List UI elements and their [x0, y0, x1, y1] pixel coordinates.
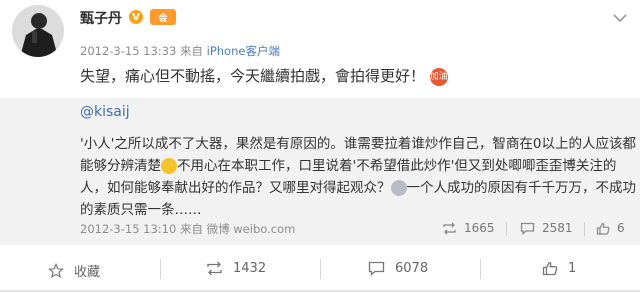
repost-text-segment: 能够分辨清楚 [80, 158, 161, 174]
repost-text-line-3: 人，如何能够奉献出好的作品？又哪里对得起观众？ 一个人成功的原因有千千万万，不成功 [80, 176, 636, 196]
repost-comment-count[interactable]: 2581 [520, 221, 573, 235]
like-button[interactable]: 1 [542, 261, 576, 276]
repost-source[interactable]: 微博 weibo.com [207, 222, 296, 236]
repost-like-count[interactable]: 6 [596, 221, 625, 235]
smile-emoji-icon [161, 158, 177, 174]
comment-button[interactable]: 6078 [368, 261, 428, 276]
post-source[interactable]: iPhone客户端 [207, 44, 280, 58]
repost-text-segment: 一个人成功的原因有千千万万，不成功 [406, 180, 637, 196]
repost-repost-count[interactable]: 1665 [442, 221, 495, 235]
thumbs-up-icon [542, 261, 558, 276]
like-button-count: 1 [568, 261, 577, 276]
comment-icon [368, 261, 385, 276]
repost-meta: 2012-3-15 13:10 来自 微博 weibo.com [80, 221, 295, 237]
chevron-down-icon[interactable] [612, 9, 628, 28]
repost-icon [443, 222, 456, 234]
repost-button-count: 1432 [233, 261, 267, 276]
bored-emoji-icon [390, 180, 407, 196]
from-label: 来自 [179, 222, 203, 236]
username[interactable]: 甄子丹 [80, 8, 122, 28]
repost-repost-value: 1665 [464, 221, 495, 235]
post-timestamp[interactable]: 2012-3-15 13:33 [80, 44, 176, 58]
cheer-emoji-icon: 加油 [429, 67, 448, 86]
favorite-label: 收藏 [74, 265, 101, 280]
comment-button-count: 6078 [395, 261, 429, 276]
verified-icon: V [129, 10, 143, 24]
repost-text-line-2: 能够分辨清楚 不用心在本职工作，口里说着'不希望借此炒作'但又到处唧唧歪歪博关注的 [80, 154, 616, 174]
repost-like-value: 6 [617, 221, 625, 235]
star-icon [48, 262, 64, 278]
repost-icon [207, 261, 222, 276]
repost-button[interactable]: 1432 [206, 261, 266, 276]
post-text-content: 失望，痛心但不動搖，今天繼續拍戲，會拍得更好！ [80, 67, 426, 85]
comment-icon [520, 222, 535, 235]
repost-text-line-4: 的素质只需一条…… [80, 202, 202, 218]
post-text: 失望，痛心但不動搖，今天繼續拍戲，會拍得更好！ 加油 [80, 65, 448, 86]
repost-timestamp[interactable]: 2012-3-15 13:10 [80, 222, 176, 236]
repost-text-segment: 人，如何能够奉献出好的作品？又哪里对得起观众？ [80, 180, 391, 196]
repost-text-line-1: '小人'之所以成不了大器，果然是有原因的。谁需要拉着谁炒作自己，智商在0以上的人… [80, 136, 637, 152]
thumbs-up-icon [596, 222, 610, 235]
repost-text-segment: 不用心在本职工作，口里说着'不希望借此炒作'但又到处唧唧歪歪博关注的 [177, 158, 617, 174]
favorite-button[interactable]: 收藏 [48, 261, 100, 280]
from-label: 来自 [179, 44, 203, 58]
post-meta: 2012-3-15 13:33 来自 iPhone客户端 [80, 43, 280, 59]
vip-icon: 会 [150, 9, 176, 25]
repost-user[interactable]: @kisaij [80, 104, 130, 120]
avatar[interactable] [12, 5, 64, 57]
repost-comment-value: 2581 [542, 221, 573, 235]
